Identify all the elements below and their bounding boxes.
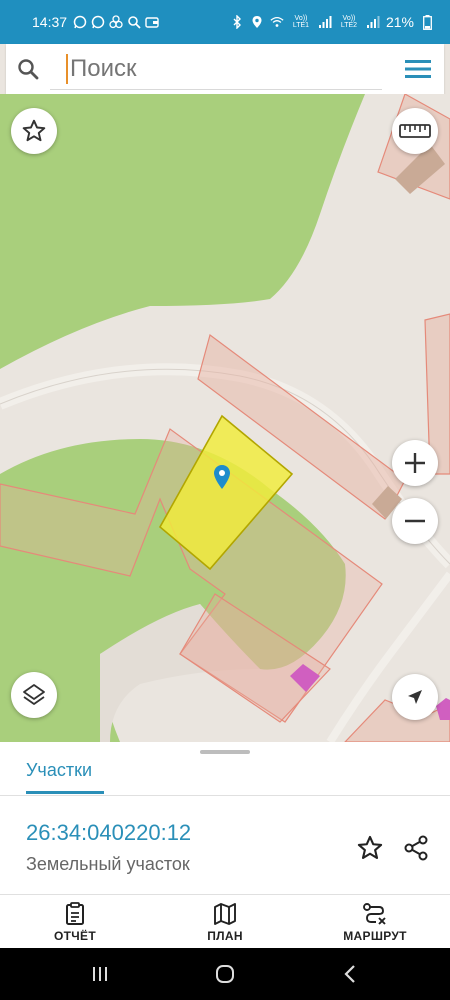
layers-icon bbox=[23, 684, 45, 705]
star-icon bbox=[357, 835, 383, 859]
parcel-card[interactable]: 26:34:040220:12 Земельный участок bbox=[0, 796, 450, 894]
wifi-icon bbox=[270, 15, 284, 29]
text-cursor bbox=[66, 54, 68, 84]
map-icon bbox=[214, 902, 236, 925]
search-icon[interactable] bbox=[6, 44, 50, 94]
zoom-out-button[interactable] bbox=[392, 498, 438, 544]
menu-button[interactable] bbox=[392, 44, 444, 94]
star-icon bbox=[22, 119, 46, 142]
recent-apps-button[interactable] bbox=[80, 960, 120, 988]
tab-parcels[interactable]: Участки bbox=[26, 760, 92, 781]
my-location-button[interactable] bbox=[392, 674, 438, 720]
location-status-icon bbox=[250, 15, 264, 29]
share-button[interactable] bbox=[396, 828, 436, 868]
status-bar: 14:37 Vo)) LTE1 Vo)) LTE2 21% bbox=[0, 0, 450, 44]
network-1-label: Vo)) LTE1 bbox=[292, 15, 310, 29]
favorite-button[interactable] bbox=[11, 108, 57, 154]
zoom-in-button[interactable] bbox=[392, 440, 438, 486]
fan-icon bbox=[109, 15, 123, 29]
ruler-icon bbox=[399, 124, 431, 138]
bottom-navigation: ОТЧЁТ ПЛАН МАРШРУТ bbox=[0, 894, 450, 948]
home-icon bbox=[216, 965, 234, 983]
signal-icon bbox=[318, 15, 332, 29]
plus-icon bbox=[405, 453, 425, 473]
whatsapp-icon bbox=[91, 15, 105, 29]
map-canvas[interactable] bbox=[0, 94, 450, 742]
status-time: 14:37 bbox=[32, 14, 68, 30]
recent-apps-icon bbox=[93, 967, 107, 981]
wallet-icon bbox=[145, 15, 159, 29]
map-view[interactable] bbox=[0, 94, 450, 742]
nav-report[interactable]: ОТЧЁТ bbox=[42, 895, 108, 949]
share-icon bbox=[404, 835, 428, 861]
network-2-label: Vo)) LTE2 bbox=[340, 15, 358, 29]
route-icon bbox=[363, 902, 386, 925]
minus-icon bbox=[405, 519, 425, 523]
back-icon bbox=[344, 965, 355, 983]
nav-route-label: МАРШРУТ bbox=[343, 928, 407, 943]
search-field[interactable] bbox=[50, 44, 392, 94]
home-button[interactable] bbox=[205, 960, 245, 988]
tab-indicator bbox=[26, 791, 104, 794]
search-input[interactable] bbox=[70, 55, 370, 83]
system-navigation-bar bbox=[0, 948, 450, 1000]
nav-plan-label: ПЛАН bbox=[207, 928, 243, 943]
battery-percent: 21% bbox=[385, 14, 414, 30]
ruler-button[interactable] bbox=[392, 108, 438, 154]
parcel-type: Земельный участок bbox=[26, 854, 190, 874]
nav-route[interactable]: МАРШРУТ bbox=[332, 895, 418, 949]
notification-icons bbox=[73, 15, 159, 29]
search-bar bbox=[6, 44, 444, 94]
back-button[interactable] bbox=[330, 960, 370, 988]
clipboard-icon bbox=[66, 901, 84, 925]
sheet-tabs: Участки bbox=[0, 754, 450, 796]
layers-button[interactable] bbox=[11, 672, 57, 718]
status-indicators: Vo)) LTE1 Vo)) LTE2 21% bbox=[230, 14, 434, 30]
battery-icon bbox=[420, 14, 434, 30]
bluetooth-icon bbox=[230, 15, 244, 29]
bottom-sheet: Участки 26:34:040220:12 Земельный участо… bbox=[0, 742, 450, 894]
nav-report-label: ОТЧЁТ bbox=[54, 928, 96, 943]
menu-icon bbox=[405, 60, 431, 78]
whatsapp-icon bbox=[73, 15, 87, 29]
navigation-arrow-icon bbox=[408, 690, 422, 704]
signal-icon bbox=[366, 15, 380, 29]
search-notification-icon bbox=[127, 15, 141, 29]
parcel-number[interactable]: 26:34:040220:12 bbox=[26, 820, 191, 846]
app-screen: 14:37 Vo)) LTE1 Vo)) LTE2 21% Поиск Учас… bbox=[0, 0, 450, 1000]
nav-plan[interactable]: ПЛАН bbox=[192, 895, 258, 949]
parcel-favorite-button[interactable] bbox=[350, 828, 390, 868]
